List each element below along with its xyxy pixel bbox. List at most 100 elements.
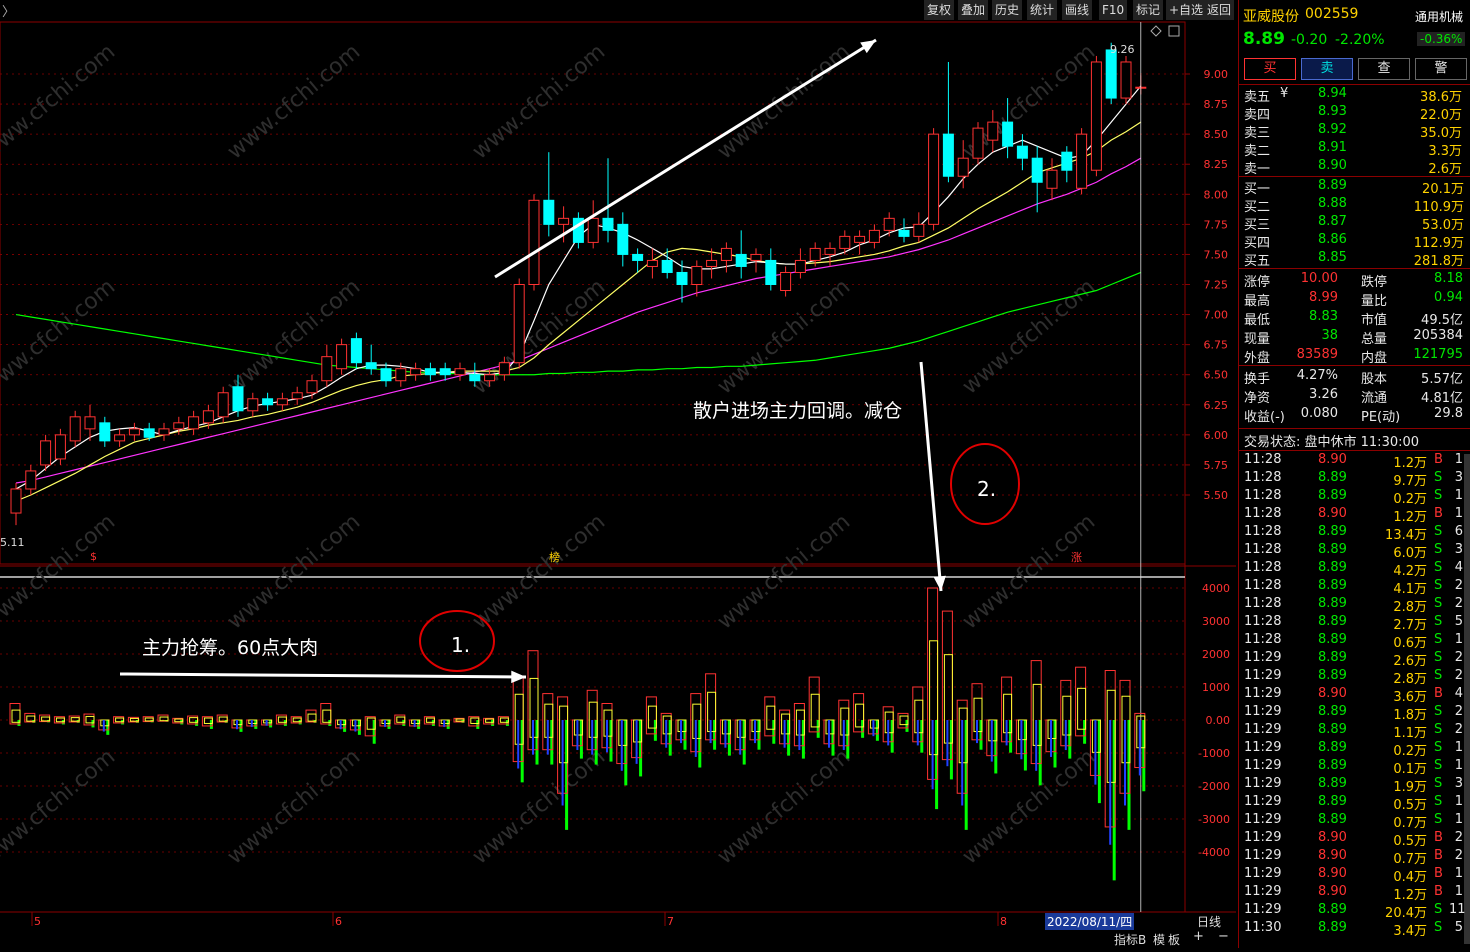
tick-count: 1 xyxy=(1454,488,1463,503)
candle-body xyxy=(868,229,880,243)
candle xyxy=(158,422,170,441)
stat-label: 现量 xyxy=(1244,332,1271,347)
indicator-bar xyxy=(364,716,376,744)
tick-price: 8.89 xyxy=(1318,740,1347,755)
buy-button[interactable]: 买 xyxy=(1244,58,1296,80)
tick-time: 11:28 xyxy=(1244,560,1282,575)
tick-direction: S xyxy=(1434,560,1443,575)
tick-volume: 4.2万 xyxy=(1393,564,1427,579)
candle xyxy=(291,386,303,405)
tick-price: 8.89 xyxy=(1318,614,1347,629)
ask-volume: 38.6万 xyxy=(1420,90,1462,105)
indicator-bar xyxy=(468,716,480,729)
price-low-label: 5.11 xyxy=(0,536,25,549)
indicator-bar xyxy=(453,717,465,723)
candle xyxy=(528,194,540,291)
toolbar-stats-button[interactable]: 统计 xyxy=(1027,0,1058,20)
tick-count: 2 xyxy=(1454,722,1463,737)
indicator-bar xyxy=(631,719,643,777)
zoom-in-button[interactable]: + xyxy=(1193,929,1204,944)
candle xyxy=(336,338,348,375)
candle xyxy=(321,344,333,387)
marker-rank[interactable]: 榜 xyxy=(549,549,560,565)
tick-price: 8.89 xyxy=(1318,812,1347,827)
period-label[interactable]: 日线 xyxy=(1197,913,1221,930)
tick-price: 8.89 xyxy=(1318,542,1347,557)
marker-limit-up[interactable]: 涨 xyxy=(1071,549,1082,565)
candle xyxy=(513,278,525,369)
candle-body xyxy=(1031,157,1043,183)
tick-volume: 0.6万 xyxy=(1393,636,1427,651)
tick-price: 8.89 xyxy=(1318,596,1347,611)
toolbar-mark-button[interactable]: 标记 xyxy=(1133,0,1164,20)
candle-body xyxy=(84,416,96,430)
candle-body xyxy=(720,247,732,261)
watermark-text: www.cfchi.com xyxy=(0,39,120,164)
candle-body xyxy=(173,422,185,430)
bid-volume: 281.8万 xyxy=(1413,254,1464,269)
tick-scrollbar[interactable] xyxy=(1464,454,1470,944)
tick-price: 8.90 xyxy=(1318,452,1347,467)
sell-button[interactable]: 卖 xyxy=(1301,58,1353,80)
indicator-yellow-box xyxy=(129,717,139,722)
board-button[interactable]: 板 xyxy=(1168,931,1180,948)
indicator-bar xyxy=(808,676,820,738)
indicator-tick-label: 4000 xyxy=(1202,582,1230,595)
indicator-bar xyxy=(409,719,421,729)
stat-label: 市值 xyxy=(1361,313,1388,328)
candle-body xyxy=(158,428,170,436)
candle xyxy=(410,362,422,381)
tick-time: 11:29 xyxy=(1244,650,1282,665)
candle-body xyxy=(69,416,81,442)
candle-body xyxy=(676,271,688,286)
bid-price: 8.86 xyxy=(1318,232,1347,247)
indicator-bar xyxy=(379,719,391,729)
watermark-text: www.cfchi.com xyxy=(713,509,855,634)
tick-direction: S xyxy=(1434,470,1443,485)
indicator-bar xyxy=(542,693,554,765)
zoom-out-button[interactable]: − xyxy=(1218,929,1229,944)
candle xyxy=(1076,128,1088,195)
toolbar-history-button[interactable]: 历史 xyxy=(992,0,1023,20)
watermark-text: www.cfchi.com xyxy=(223,744,365,869)
indicator-b-button[interactable]: 指标B xyxy=(1114,931,1146,948)
candle xyxy=(10,482,22,526)
tick-time: 11:29 xyxy=(1244,902,1282,917)
candle xyxy=(262,392,274,411)
price-tick-label: 6.75 xyxy=(1204,339,1229,352)
ask-volume: 3.3万 xyxy=(1428,144,1462,159)
query-button[interactable]: 查 xyxy=(1358,58,1410,80)
toolbar-add-watchlist-button[interactable]: +自选 xyxy=(1166,0,1207,20)
indicator-bar xyxy=(986,719,998,774)
tick-direction: B xyxy=(1434,506,1443,521)
tick-count: 2 xyxy=(1454,830,1463,845)
template-button[interactable]: 模 xyxy=(1153,931,1165,948)
indicator-bar xyxy=(675,719,687,750)
toolbar-f10-button[interactable]: F10 xyxy=(1099,0,1128,20)
tick-direction: B xyxy=(1434,452,1443,467)
toolbar-fuquan-button[interactable]: 复权 xyxy=(924,0,955,20)
tick-count: 2 xyxy=(1454,848,1463,863)
toolbar-overlay-button[interactable]: 叠加 xyxy=(958,0,989,20)
alert-button[interactable]: 警 xyxy=(1415,58,1467,80)
kline-chart-svg[interactable]: 9.00 8.75 8.50 8.25 8.00 7.75 7.50 7.25 7.00 6.75… xyxy=(0,0,1236,948)
candle-body xyxy=(646,259,658,267)
toolbar-return-button[interactable]: 返回 xyxy=(1204,0,1235,20)
tick-count: 5 xyxy=(1454,614,1463,629)
toolbar-draw-button[interactable]: 画线 xyxy=(1062,0,1093,20)
marker-dollar[interactable]: $ xyxy=(90,550,97,563)
indicator-tick-label: 0.00 xyxy=(1206,714,1231,727)
candle-body xyxy=(528,199,540,285)
back-arrow-icon[interactable]: 〉 xyxy=(2,1,15,20)
stat-label: 跌停 xyxy=(1361,275,1388,290)
stat-value: 3.26 xyxy=(1309,387,1338,402)
stat-value: 49.5亿 xyxy=(1421,313,1463,328)
stat-label: 总量 xyxy=(1361,332,1388,347)
sector-name[interactable]: 通用机械 xyxy=(1415,8,1463,25)
tick-volume: 20.4万 xyxy=(1385,906,1427,921)
tick-direction: S xyxy=(1434,668,1443,683)
tick-time: 11:30 xyxy=(1244,920,1282,935)
tick-count: 2 xyxy=(1454,650,1463,665)
kline-chart-area[interactable]: 9.00 8.75 8.50 8.25 8.00 7.75 7.50 7.25 7.00 6.75… xyxy=(0,0,1236,948)
tick-direction: B xyxy=(1434,866,1443,881)
